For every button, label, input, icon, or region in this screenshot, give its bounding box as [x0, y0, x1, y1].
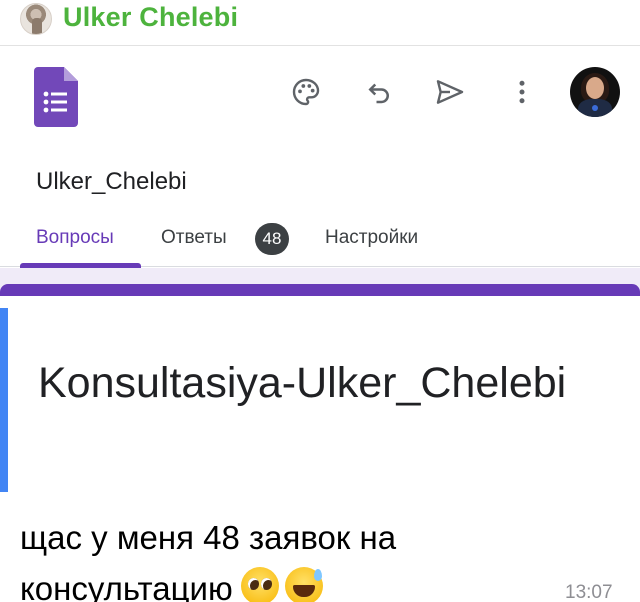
google-forms-logo-icon — [34, 67, 78, 127]
forms-screenshot[interactable]: Ulker_Chelebi Вопросы Ответы 48 Настройк… — [0, 47, 640, 492]
grinning-sweat-face-icon — [284, 567, 323, 602]
sender-name[interactable]: Ulker Chelebi — [63, 2, 238, 33]
form-canvas: Konsultasiya-Ulker_Chelebi — [0, 268, 640, 492]
pleading-face-icon — [240, 567, 279, 602]
tab-questions[interactable]: Вопросы — [36, 227, 114, 249]
form-title[interactable]: Konsultasiya-Ulker_Chelebi — [38, 356, 598, 410]
tab-responses[interactable]: Ответы — [161, 227, 227, 249]
palette-icon[interactable] — [289, 75, 323, 109]
undo-icon[interactable] — [362, 75, 396, 109]
chat-header: Ulker Chelebi — [0, 0, 640, 46]
send-icon[interactable] — [433, 75, 467, 109]
responses-count-badge: 48 — [255, 223, 289, 255]
card-focus-bar — [0, 308, 8, 492]
message-timestamp: 13:07 — [565, 582, 613, 602]
message-text: щас у меня 48 заявок на консультацию — [20, 512, 540, 602]
message-body: щас у меня 48 заявок на консультацию — [20, 519, 397, 602]
account-avatar[interactable] — [570, 67, 620, 117]
tab-settings[interactable]: Настройки — [325, 227, 418, 249]
sender-avatar[interactable] — [20, 3, 52, 35]
form-name[interactable]: Ulker_Chelebi — [36, 168, 187, 196]
form-title-card[interactable]: Konsultasiya-Ulker_Chelebi — [0, 284, 640, 492]
more-vert-icon[interactable] — [505, 75, 539, 109]
tab-bar: Вопросы Ответы 48 Настройки — [0, 215, 640, 268]
